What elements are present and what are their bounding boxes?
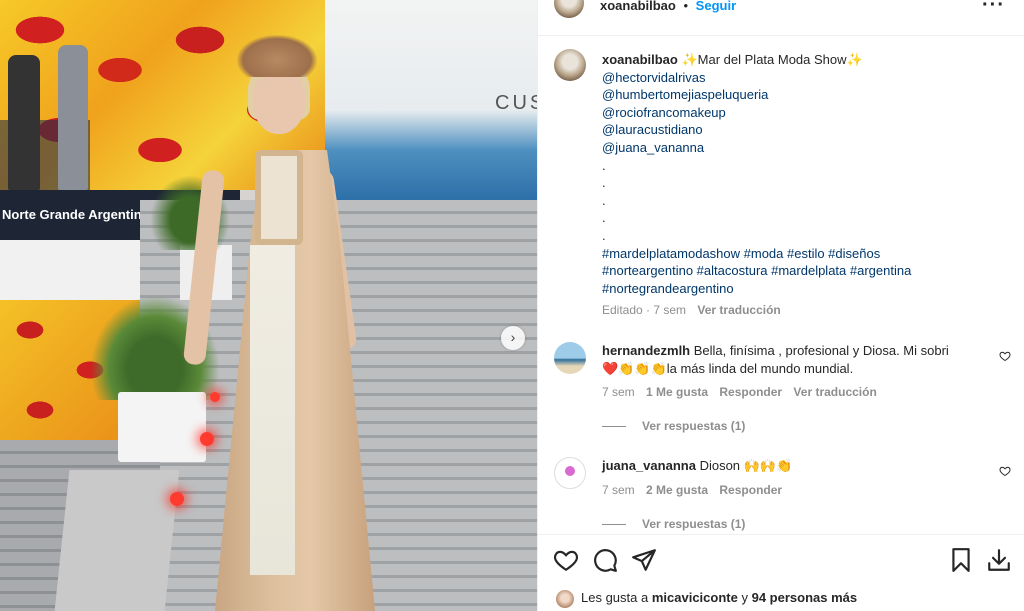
comment-age: 7 sem — [602, 385, 635, 400]
more-options-icon[interactable]: ··· — [982, 0, 1005, 17]
commenter-avatar[interactable] — [554, 457, 586, 489]
hashtags[interactable]: #mardelplatamodashow #moda #estilo #dise… — [602, 245, 1002, 263]
caption-dot: . — [602, 210, 606, 226]
author-avatar[interactable] — [554, 0, 584, 18]
see-translation-button[interactable]: Ver traducción — [793, 385, 876, 399]
caption-first-line: xoanabilbao ✨Mar del Plata Moda Show✨ — [602, 51, 1002, 69]
dress-embroidered-bib — [255, 150, 303, 245]
download-icon[interactable] — [986, 547, 1012, 573]
caption-avatar[interactable] — [554, 49, 586, 81]
backdrop-text: CUS — [495, 92, 537, 114]
comment-first-line: juana_vananna Dioson 🙌🙌👏 — [602, 457, 1002, 475]
heart-icon[interactable] — [553, 547, 579, 573]
post-header: xoanabilbao • Seguir ··· — [538, 0, 1024, 36]
view-replies-label: Ver respuestas (1) — [642, 419, 746, 433]
post-side-panel: xoanabilbao • Seguir ··· xoanabilbao ✨Ma… — [537, 0, 1024, 611]
caption-text: ✨Mar del Plata Moda Show✨ — [681, 52, 863, 67]
commenter-avatar[interactable] — [554, 342, 586, 374]
comment-username[interactable]: hernandezmlh — [602, 343, 690, 358]
header-user-line: xoanabilbao • Seguir — [600, 0, 736, 13]
comment-meta: 7 sem 1 Me gusta Responder Ver traducció… — [602, 384, 1002, 402]
stage-light — [170, 492, 184, 506]
heart-icon[interactable] — [999, 350, 1011, 362]
planter — [118, 392, 206, 462]
comment-username[interactable]: juana_vananna — [602, 458, 696, 473]
likes-others[interactable]: 94 personas más — [752, 590, 858, 605]
reply-button[interactable]: Responder — [719, 385, 782, 399]
heart-icon[interactable] — [999, 465, 1011, 477]
replies-line — [602, 426, 626, 428]
event-banner-text: Norte Grande Argentino — [2, 207, 150, 222]
follow-button[interactable]: Seguir — [696, 0, 736, 13]
see-translation-button[interactable]: Ver traducción — [697, 303, 780, 317]
caption: xoanabilbao ✨Mar del Plata Moda Show✨ @h… — [602, 51, 1002, 320]
model-face — [253, 68, 305, 134]
caption-dot: . — [602, 157, 606, 173]
likes-summary[interactable]: Les gusta a micaviciconte y 94 personas … — [581, 586, 857, 610]
chevron-right-icon: › — [510, 329, 516, 345]
bookmark-icon[interactable] — [948, 547, 974, 573]
stage-light — [210, 392, 220, 402]
comments-scroll[interactable]: xoanabilbao ✨Mar del Plata Moda Show✨ @h… — [538, 36, 1024, 534]
comment-first-line: hernandezmlh Bella, finísima , profesion… — [602, 342, 1002, 360]
next-image-button[interactable]: › — [501, 326, 525, 350]
caption-username[interactable]: xoanabilbao — [602, 52, 678, 67]
comment: hernandezmlh Bella, finísima , profesion… — [602, 342, 1002, 402]
comment-age: 7 sem — [602, 482, 635, 497]
stair-ledge — [54, 470, 180, 611]
replies-line — [602, 524, 626, 526]
stage-light — [200, 432, 214, 446]
comment-likes[interactable]: 2 Me gusta — [646, 483, 708, 497]
presenter-man — [8, 55, 40, 190]
mention-link[interactable]: @humbertomejiaspeluqueria — [602, 86, 1002, 104]
caption-dot: . — [602, 175, 606, 191]
post-photo[interactable]: Norte Grande Argentino CUS › — [0, 0, 537, 611]
mention-link[interactable]: @juana_vananna — [602, 139, 1002, 157]
liker-username[interactable]: micaviciconte — [652, 590, 738, 605]
comment-text: Bella, finísima , profesional y Diosa. M… — [693, 343, 949, 358]
comment-icon[interactable] — [592, 547, 618, 573]
separator-dot: • — [683, 0, 689, 13]
caption-dot: . — [602, 227, 606, 243]
view-replies-button[interactable]: Ver respuestas (1) — [602, 419, 745, 433]
comment-meta: 7 sem 2 Me gusta Responder — [602, 482, 1002, 500]
feather-headpiece — [237, 35, 317, 77]
comment-text: Dioson 🙌🙌👏 — [699, 458, 793, 473]
edited-age: Editado · 7 sem — [602, 303, 687, 318]
send-icon[interactable] — [631, 547, 657, 573]
author-username[interactable]: xoanabilbao — [600, 0, 676, 13]
hashtags[interactable]: #norteargentino #altacostura #mardelplat… — [602, 262, 1002, 280]
view-replies-label: Ver respuestas (1) — [642, 517, 746, 531]
reply-button[interactable]: Responder — [719, 483, 782, 497]
caption-meta: Editado · 7 sem Ver traducción — [602, 302, 1002, 320]
comment-likes[interactable]: 1 Me gusta — [646, 385, 708, 399]
liker-avatar[interactable] — [556, 590, 574, 608]
comment-text-cont: ❤️👏👏👏la más linda del mundo mundial. — [602, 360, 854, 376]
mention-link[interactable]: @rociofrancomakeup — [602, 104, 1002, 122]
view-replies-button[interactable]: Ver respuestas (1) — [602, 517, 745, 531]
mention-link[interactable]: @hectorvidalrivas — [602, 69, 1002, 87]
comment: juana_vananna Dioson 🙌🙌👏 7 sem 2 Me gust… — [602, 457, 1002, 499]
presenter-woman — [58, 45, 88, 190]
action-bar — [538, 534, 1024, 584]
dress-center-panel — [250, 245, 295, 575]
caption-dot: . — [602, 192, 606, 208]
mention-link[interactable]: @lauracustidiano — [602, 121, 1002, 139]
likes-prefix: Les gusta a — [581, 590, 649, 605]
likes-connector: y — [741, 590, 748, 605]
hashtags[interactable]: #nortegrandeargentino — [602, 280, 1002, 298]
